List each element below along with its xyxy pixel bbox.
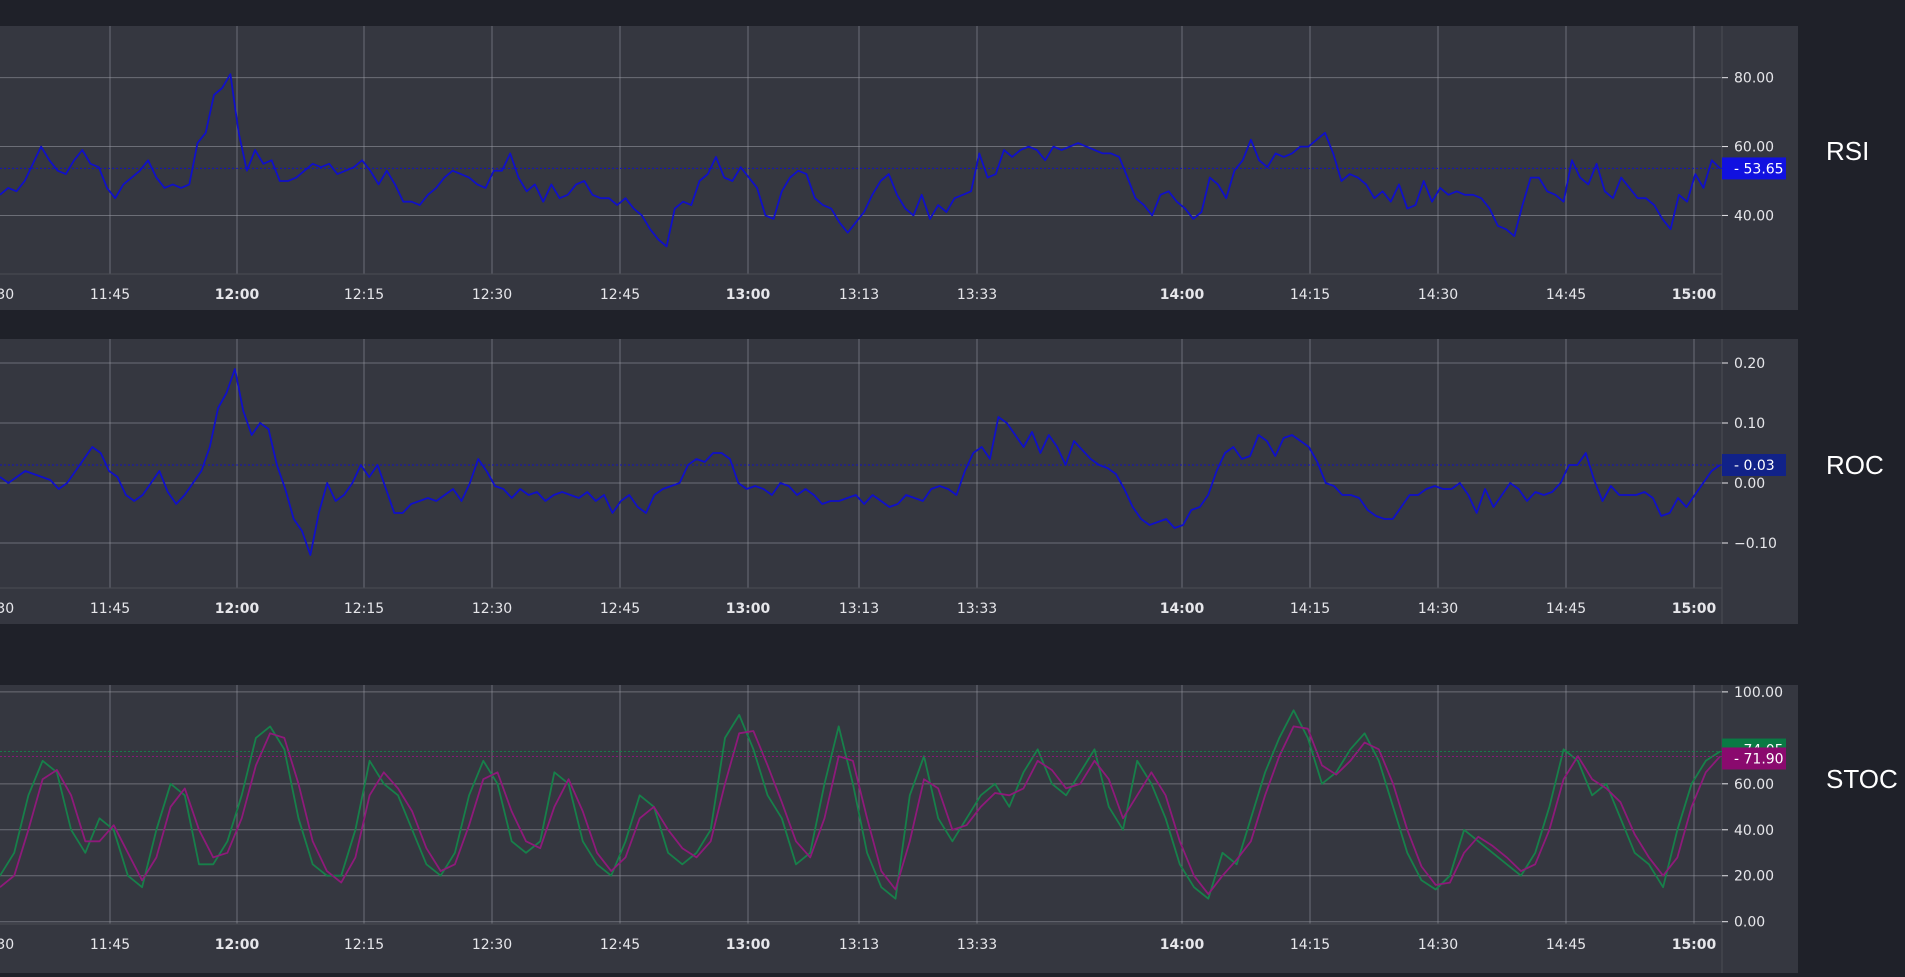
y-tick-label: 0.00: [1734, 476, 1765, 492]
y-tick-label: 0.00: [1734, 915, 1765, 931]
last-value-label: - 0.03: [1734, 458, 1775, 474]
x-tick-label: 14:00: [1160, 601, 1205, 617]
x-tick-label: 12:30: [472, 287, 512, 303]
x-tick-label: 11:30: [0, 601, 14, 617]
x-tick-label: 14:30: [1418, 287, 1458, 303]
x-tick-label: 13:00: [726, 287, 771, 303]
x-tick-label: 13:33: [957, 601, 997, 617]
rsi-chart[interactable]: 11:30 11:45 12:00 12:15 12:30 12:45 13:00 13:13…: [0, 26, 1798, 310]
y-tick-label: 60.00: [1734, 140, 1774, 156]
x-tick-label: 12:00: [215, 937, 260, 953]
y-tick-label: 40.00: [1734, 208, 1774, 224]
x-tick-label: 12:30: [472, 601, 512, 617]
y-tick-label: 100.00: [1734, 685, 1783, 701]
y-tick-label: 40.00: [1734, 823, 1774, 839]
x-tick-label: 12:30: [472, 937, 512, 953]
x-tick-label: 13:33: [957, 287, 997, 303]
stoc-chart-panel[interactable]: 11:30 11:45 12:00 12:15 12:30 12:45 13:00 13:13…: [0, 685, 1798, 973]
x-tick-label: 14:45: [1546, 287, 1586, 303]
x-tick-label: 14:15: [1290, 937, 1330, 953]
y-tick-label: 0.10: [1734, 416, 1765, 432]
x-tick-label: 14:45: [1546, 937, 1586, 953]
last-value-label: - 71.90: [1734, 751, 1784, 767]
x-tick-label: 13:13: [839, 287, 879, 303]
chart-background: [0, 685, 1798, 973]
y-tick-label: 80.00: [1734, 71, 1774, 87]
x-tick-label: 12:45: [600, 287, 640, 303]
x-tick-label: 14:30: [1418, 937, 1458, 953]
x-tick-label: 13:13: [839, 601, 879, 617]
y-tick-label: −0.10: [1734, 536, 1777, 552]
x-tick-label: 12:15: [344, 287, 384, 303]
x-tick-label: 12:45: [600, 601, 640, 617]
roc-label: ROC: [1826, 450, 1884, 480]
x-tick-label: 12:00: [215, 287, 260, 303]
rsi-label: RSI: [1826, 136, 1870, 166]
x-tick-label: 12:45: [600, 937, 640, 953]
x-tick-label: 13:00: [726, 937, 771, 953]
x-tick-label: 14:45: [1546, 601, 1586, 617]
roc-chart-panel[interactable]: 11:30 11:45 12:00 12:15 12:30 12:45 13:00 13:13…: [0, 339, 1798, 624]
x-tick-label: 14:30: [1418, 601, 1458, 617]
x-tick-label: 12:15: [344, 601, 384, 617]
x-tick-label: 12:00: [215, 601, 260, 617]
y-tick-label: 20.00: [1734, 869, 1774, 885]
roc-chart[interactable]: 11:30 11:45 12:00 12:15 12:30 12:45 13:00 13:13…: [0, 339, 1798, 624]
x-tick-label: 13:13: [839, 937, 879, 953]
y-tick-label: 0.20: [1734, 356, 1765, 372]
x-tick-label: 14:00: [1160, 287, 1205, 303]
x-tick-label: 14:15: [1290, 601, 1330, 617]
x-tick-label: 14:00: [1160, 937, 1205, 953]
x-tick-label: 11:45: [90, 937, 130, 953]
x-tick-label: 13:33: [957, 937, 997, 953]
x-tick-label: 11:30: [0, 287, 14, 303]
x-tick-label: 13:00: [726, 601, 771, 617]
chart-background: [0, 339, 1798, 624]
rsi-chart-panel[interactable]: 11:30 11:45 12:00 12:15 12:30 12:45 13:00 13:13…: [0, 26, 1798, 310]
stoc-chart[interactable]: 11:30 11:45 12:00 12:15 12:30 12:45 13:00 13:13…: [0, 685, 1798, 973]
y-tick-label: 60.00: [1734, 777, 1774, 793]
x-tick-label: 15:00: [1672, 287, 1717, 303]
stoc-label: STOC: [1826, 764, 1898, 794]
last-value-label: - 53.65: [1734, 161, 1784, 177]
x-tick-label: 14:15: [1290, 287, 1330, 303]
x-tick-label: 11:45: [90, 287, 130, 303]
x-tick-label: 11:45: [90, 601, 130, 617]
x-tick-label: 12:15: [344, 937, 384, 953]
x-tick-label: 11:30: [0, 937, 14, 953]
x-tick-label: 15:00: [1672, 601, 1717, 617]
x-tick-label: 15:00: [1672, 937, 1717, 953]
